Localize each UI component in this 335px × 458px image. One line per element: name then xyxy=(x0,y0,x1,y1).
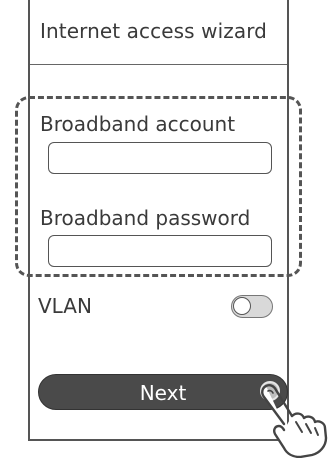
vlan-toggle[interactable] xyxy=(231,295,273,318)
pointing-hand-icon xyxy=(261,384,328,458)
broadband-account-label: Broadband account xyxy=(40,112,236,136)
next-button[interactable]: Next xyxy=(38,374,288,410)
phone-screen: Internet access wizard Broadband account… xyxy=(15,0,302,441)
vlan-toggle-knob xyxy=(233,297,251,315)
vlan-label: VLAN xyxy=(38,294,92,318)
broadband-password-input[interactable] xyxy=(48,235,272,267)
page-title: Internet access wizard xyxy=(40,19,267,43)
next-button-label: Next xyxy=(139,381,187,405)
broadband-account-input[interactable] xyxy=(48,142,272,174)
title-divider xyxy=(30,64,287,65)
broadband-password-label: Broadband password xyxy=(40,206,251,230)
